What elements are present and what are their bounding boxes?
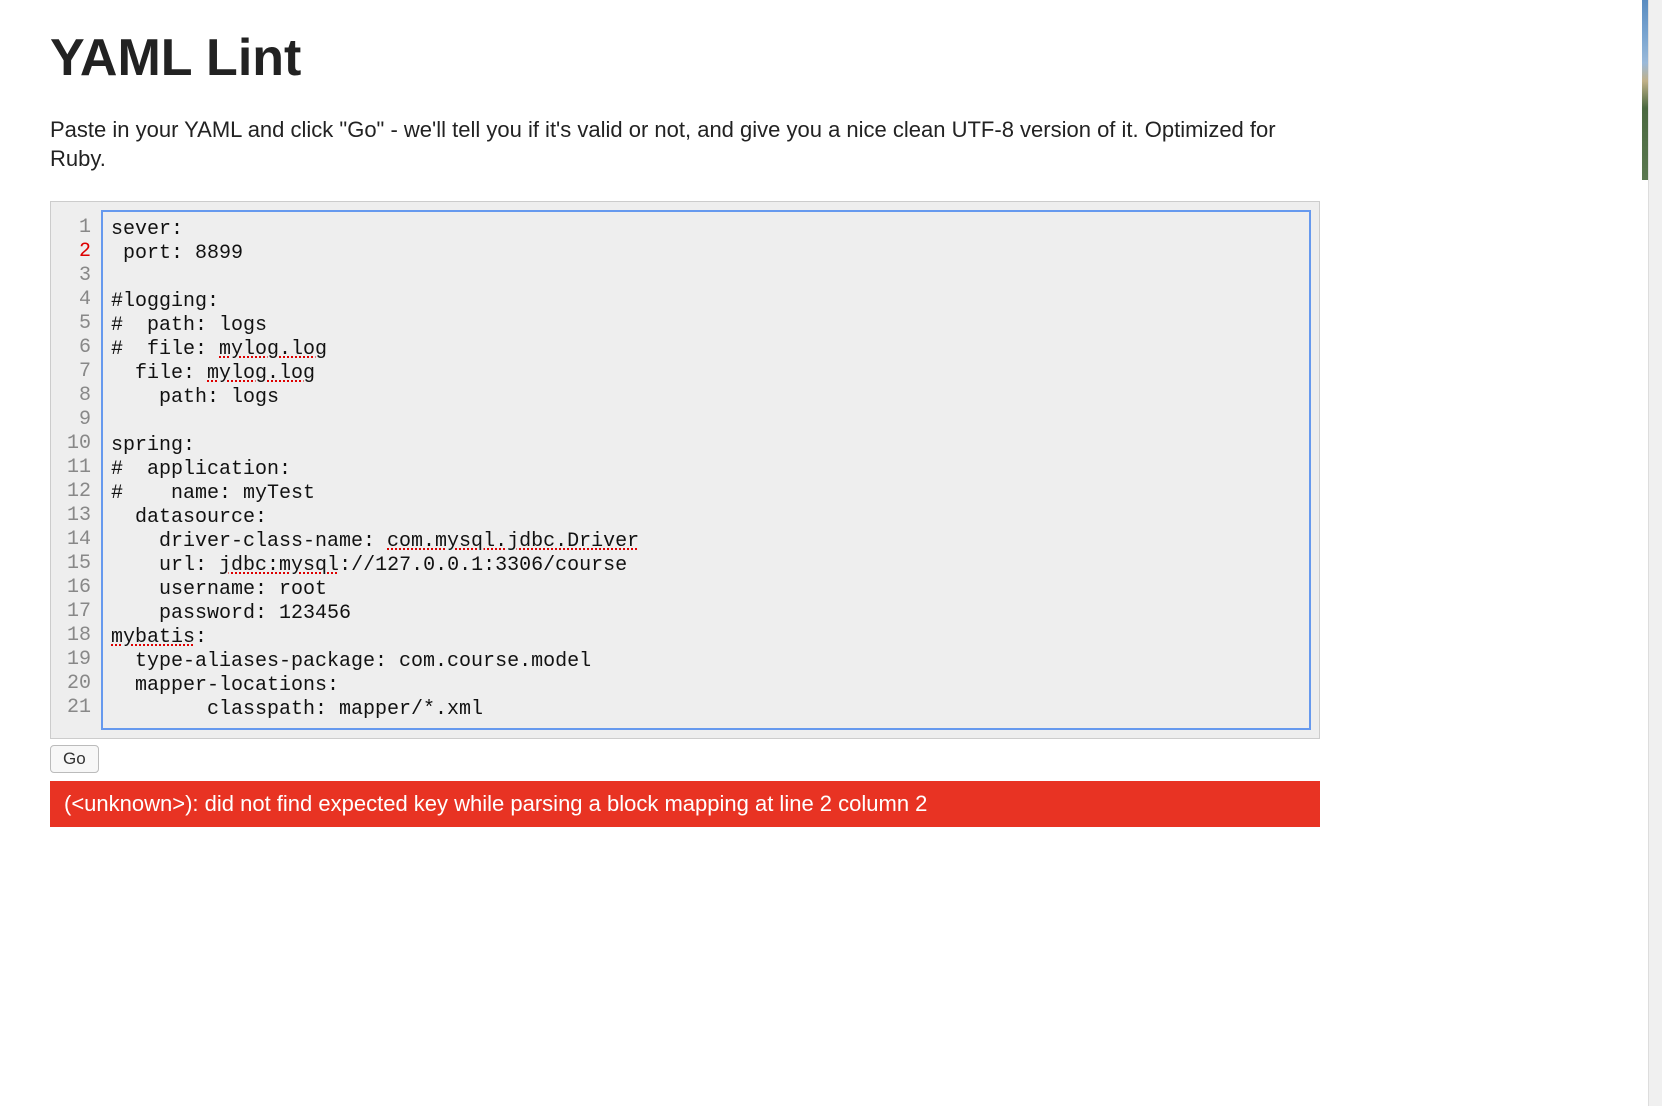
line-number: 4: [57, 288, 91, 312]
code-line[interactable]: classpath: mapper/*.xml: [111, 698, 1301, 722]
code-line[interactable]: path: logs: [111, 386, 1301, 410]
line-number: 10: [57, 432, 91, 456]
code-line[interactable]: port: 8899: [111, 242, 1301, 266]
line-number: 18: [57, 624, 91, 648]
line-number: 5: [57, 312, 91, 336]
spellcheck-underline: mylog.log: [219, 338, 327, 361]
line-number: 2: [57, 240, 91, 264]
code-line[interactable]: spring:: [111, 434, 1301, 458]
code-line[interactable]: [111, 410, 1301, 434]
code-line[interactable]: password: 123456: [111, 602, 1301, 626]
spellcheck-underline: mybatis: [111, 626, 195, 649]
line-number: 16: [57, 576, 91, 600]
code-line[interactable]: # application:: [111, 458, 1301, 482]
spellcheck-underline: com.mysql.jdbc.Driver: [387, 530, 639, 553]
code-line[interactable]: mybatis:: [111, 626, 1301, 650]
spellcheck-underline: jdbc:mysql: [219, 554, 339, 577]
code-line[interactable]: sever:: [111, 218, 1301, 242]
page-title: YAML Lint: [50, 28, 1612, 88]
line-number: 7: [57, 360, 91, 384]
line-number-gutter: 123456789101112131415161718192021: [57, 210, 101, 730]
code-line[interactable]: # name: myTest: [111, 482, 1301, 506]
code-line[interactable]: driver-class-name: com.mysql.jdbc.Driver: [111, 530, 1301, 554]
code-line[interactable]: [111, 266, 1301, 290]
line-number: 14: [57, 528, 91, 552]
line-number: 15: [57, 552, 91, 576]
line-number: 12: [57, 480, 91, 504]
code-line[interactable]: # path: logs: [111, 314, 1301, 338]
code-line[interactable]: mapper-locations:: [111, 674, 1301, 698]
line-number: 8: [57, 384, 91, 408]
code-line[interactable]: datasource:: [111, 506, 1301, 530]
line-number: 13: [57, 504, 91, 528]
code-line[interactable]: url: jdbc:mysql://127.0.0.1:3306/course: [111, 554, 1301, 578]
yaml-editor-container: 123456789101112131415161718192021 sever:…: [50, 201, 1320, 739]
go-button[interactable]: Go: [50, 745, 99, 773]
browser-scrollbar[interactable]: [1648, 0, 1662, 1106]
line-number: 6: [57, 336, 91, 360]
error-message-bar: (<unknown>): did not find expected key w…: [50, 781, 1320, 827]
line-number: 9: [57, 408, 91, 432]
line-number: 21: [57, 696, 91, 720]
spellcheck-underline: mylog.log: [207, 362, 315, 385]
code-line[interactable]: # file: mylog.log: [111, 338, 1301, 362]
code-line[interactable]: username: root: [111, 578, 1301, 602]
page-description: Paste in your YAML and click "Go" - we'l…: [50, 116, 1280, 173]
line-number: 3: [57, 264, 91, 288]
line-number: 17: [57, 600, 91, 624]
line-number: 19: [57, 648, 91, 672]
line-number: 20: [57, 672, 91, 696]
code-line[interactable]: #logging:: [111, 290, 1301, 314]
code-line[interactable]: type-aliases-package: com.course.model: [111, 650, 1301, 674]
line-number: 11: [57, 456, 91, 480]
code-line[interactable]: file: mylog.log: [111, 362, 1301, 386]
yaml-textarea[interactable]: sever: port: 8899 #logging:# path: logs#…: [101, 210, 1311, 730]
line-number: 1: [57, 216, 91, 240]
